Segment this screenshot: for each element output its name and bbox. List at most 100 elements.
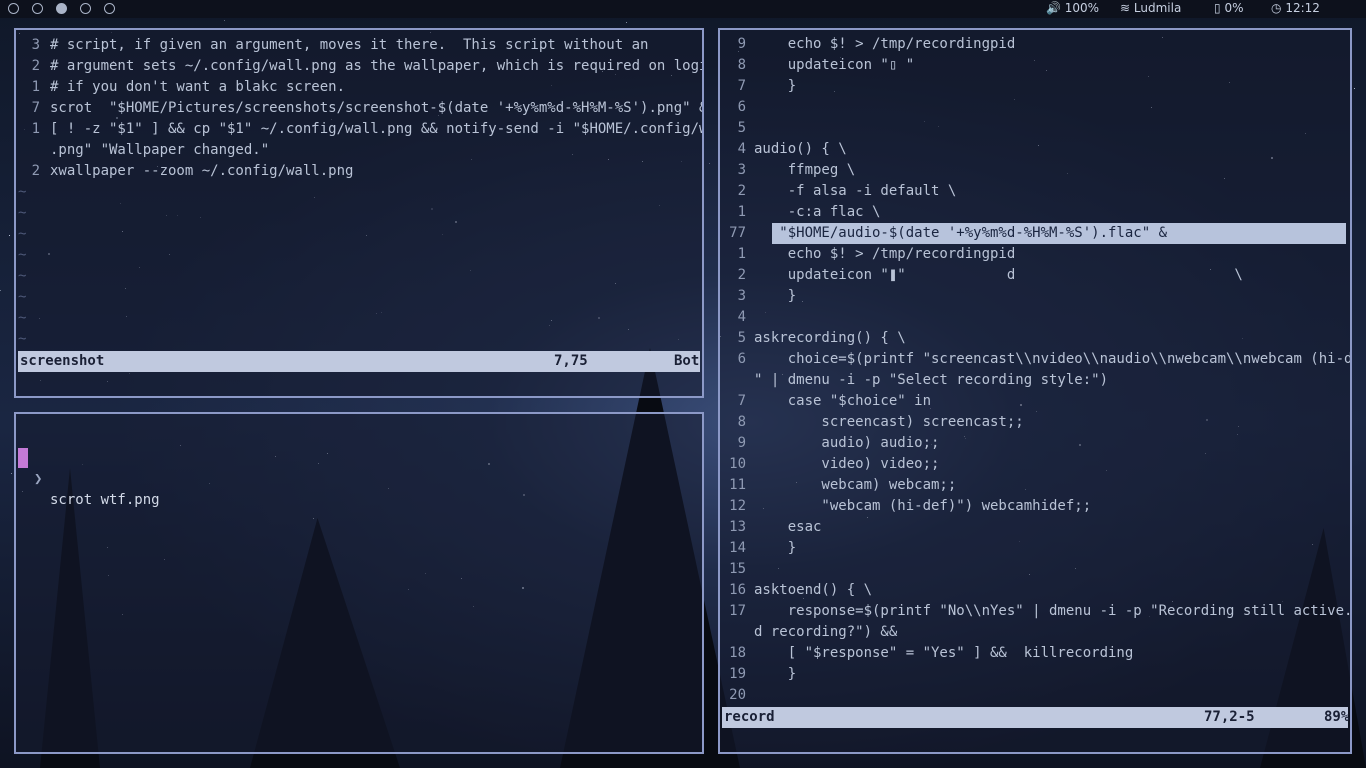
line-number: 14 (729, 540, 746, 556)
editor-line: d recording?") && (720, 622, 1350, 643)
line-text: updateicon "❚" d \ (754, 267, 1243, 283)
line-text: esac (754, 519, 822, 535)
line-number: 17 (729, 603, 746, 619)
editor-line: 3 ffmpeg \ (720, 160, 1350, 181)
editor-line: 15 (720, 559, 1350, 580)
editor-line: 2 -f alsa -i default \ (720, 181, 1350, 202)
workspace-2-icon[interactable] (32, 3, 43, 14)
line-text: -f alsa -i default \ (754, 183, 957, 199)
status-bar: 🔊 100% ≋ Ludmila ▯ 0% ◷ 12:12 (0, 0, 1366, 18)
line-text: xwallpaper --zoom ~/.config/wall.png (50, 163, 354, 179)
editor-line: 16 asktoend() { \ (720, 580, 1350, 601)
empty-line-marker: ~ (18, 205, 27, 221)
editor-line: 19 } (720, 664, 1350, 685)
editor-line: 10 video) video;; (720, 454, 1350, 475)
line-number: 12 (729, 498, 746, 514)
line-text: audio() { \ (754, 141, 847, 157)
editor-line: .png" "Wallpaper changed." (16, 140, 702, 161)
line-number: 9 (737, 36, 746, 52)
line-number: 6 (737, 351, 746, 367)
battery-icon: ▯ (1214, 1, 1221, 15)
line-number: 10 (729, 456, 746, 472)
editor-line: 77 "$HOME/audio-$(date '+%y%m%d-%H%M-%S'… (720, 223, 1350, 244)
line-text: choice=$(printf "screencast\\nvideo\\nau… (754, 351, 1352, 367)
line-number: 3 (737, 162, 746, 178)
editor-line: " | dmenu -i -p "Select recording style:… (720, 370, 1350, 391)
line-number: 1 (31, 121, 40, 137)
vim-statusline: screenshot 7,75 Bot (18, 351, 700, 372)
line-number: 2 (737, 183, 746, 199)
line-number: 8 (737, 57, 746, 73)
terminal-window[interactable]: ~ ❯ scrot wtf.png (14, 412, 704, 754)
editor-line: 7 } (720, 76, 1350, 97)
editor-line: 4 (720, 307, 1350, 328)
editor-line: 5 askrecording() { \ (720, 328, 1350, 349)
editor-line: 9 audio) audio;; (720, 433, 1350, 454)
line-text: screencast) screencast;; (754, 414, 1024, 430)
line-number: 8 (737, 414, 746, 430)
workspace-4-icon[interactable] (80, 3, 91, 14)
cursor-position: 77,2-5 (1204, 709, 1255, 725)
editor-line: 2 updateicon "❚" d \ (720, 265, 1350, 286)
line-number: 6 (737, 99, 746, 115)
vim-window-screenshot[interactable]: 3 # script, if given an argument, moves i… (14, 28, 704, 398)
line-number: 4 (737, 141, 746, 157)
editor-line: 1 echo $! > /tmp/recordingpid (720, 244, 1350, 265)
editor-line: 7 case "$choice" in (720, 391, 1350, 412)
empty-line-marker: ~ (18, 247, 27, 263)
wifi-indicator[interactable]: ≋ Ludmila (1120, 1, 1181, 15)
empty-line-marker: ~ (18, 331, 27, 347)
battery-indicator[interactable]: ▯ 0% (1214, 1, 1243, 15)
line-text: } (754, 666, 797, 682)
line-number: 7 (31, 100, 40, 116)
line-text: asktoend() { \ (754, 582, 873, 598)
prompt-arrow-icon: ❯ (34, 471, 43, 487)
workspace-1-icon[interactable] (8, 3, 19, 14)
editor-line: 3 } (720, 286, 1350, 307)
workspace-5-icon[interactable] (104, 3, 115, 14)
file-name: screenshot (20, 353, 105, 369)
editor-line: 6 choice=$(printf "screencast\\nvideo\\n… (720, 349, 1350, 370)
terminal-cursor (18, 448, 28, 468)
vim-window-record[interactable]: 9 echo $! > /tmp/recordingpid 8 updateico… (718, 28, 1352, 754)
line-number: 5 (737, 330, 746, 346)
editor-line: 2 xwallpaper --zoom ~/.config/wall.png (16, 161, 702, 182)
scroll-percent: 89% (1324, 709, 1350, 725)
editor-line: 17 response=$(printf "No\\nYes" | dmenu … (720, 601, 1350, 622)
star (626, 22, 627, 23)
line-text: updateicon "▯ " (754, 57, 915, 73)
editor-line: 8 screencast) screencast;; (720, 412, 1350, 433)
line-text: ffmpeg \ (754, 162, 856, 178)
line-number: 15 (729, 561, 746, 577)
clock-indicator[interactable]: ◷ 12:12 (1271, 1, 1320, 15)
vim-statusline: record 77,2-5 89% (722, 707, 1350, 728)
line-text: [ ! -z "$1" ] && cp "$1" ~/.config/wall.… (50, 121, 704, 137)
cursor-position: 7,75 (554, 353, 588, 369)
line-text: "webcam (hi-def)") webcamhidef;; (754, 498, 1092, 514)
line-number: 77 (729, 225, 746, 241)
line-text: # if you don't want a blakc screen. (50, 79, 346, 95)
editor-line: 7 scrot "$HOME/Pictures/screenshots/scree… (16, 98, 702, 119)
line-text: scrot "$HOME/Pictures/screenshots/screen… (50, 100, 704, 116)
line-text: webcam) webcam;; (754, 477, 957, 493)
editor-line: 11 webcam) webcam;; (720, 475, 1350, 496)
empty-line-marker: ~ (18, 184, 27, 200)
line-text: audio) audio;; (754, 435, 940, 451)
empty-line-marker: ~ (18, 310, 27, 326)
line-number: 3 (31, 37, 40, 53)
battery-value: 0% (1224, 1, 1244, 15)
volume-indicator[interactable]: 🔊 100% (1046, 1, 1099, 15)
workspace-3-icon[interactable] (56, 3, 67, 14)
editor-line: 14 } (720, 538, 1350, 559)
line-number: 16 (729, 582, 746, 598)
terminal-prompt-line: ~ ❯ scrot wtf.png (16, 427, 702, 508)
editor-line: 1 # if you don't want a blakc screen. (16, 77, 702, 98)
line-number: 2 (31, 163, 40, 179)
editor-line: 1 -c:a flac \ (720, 202, 1350, 223)
line-text: # argument sets ~/.config/wall.png as th… (50, 58, 704, 74)
line-text: -c:a flac \ (754, 204, 881, 220)
empty-line-marker: ~ (18, 289, 27, 305)
line-text: } (754, 288, 797, 304)
line-text: echo $! > /tmp/recordingpid (754, 36, 1016, 52)
line-number: 2 (737, 267, 746, 283)
